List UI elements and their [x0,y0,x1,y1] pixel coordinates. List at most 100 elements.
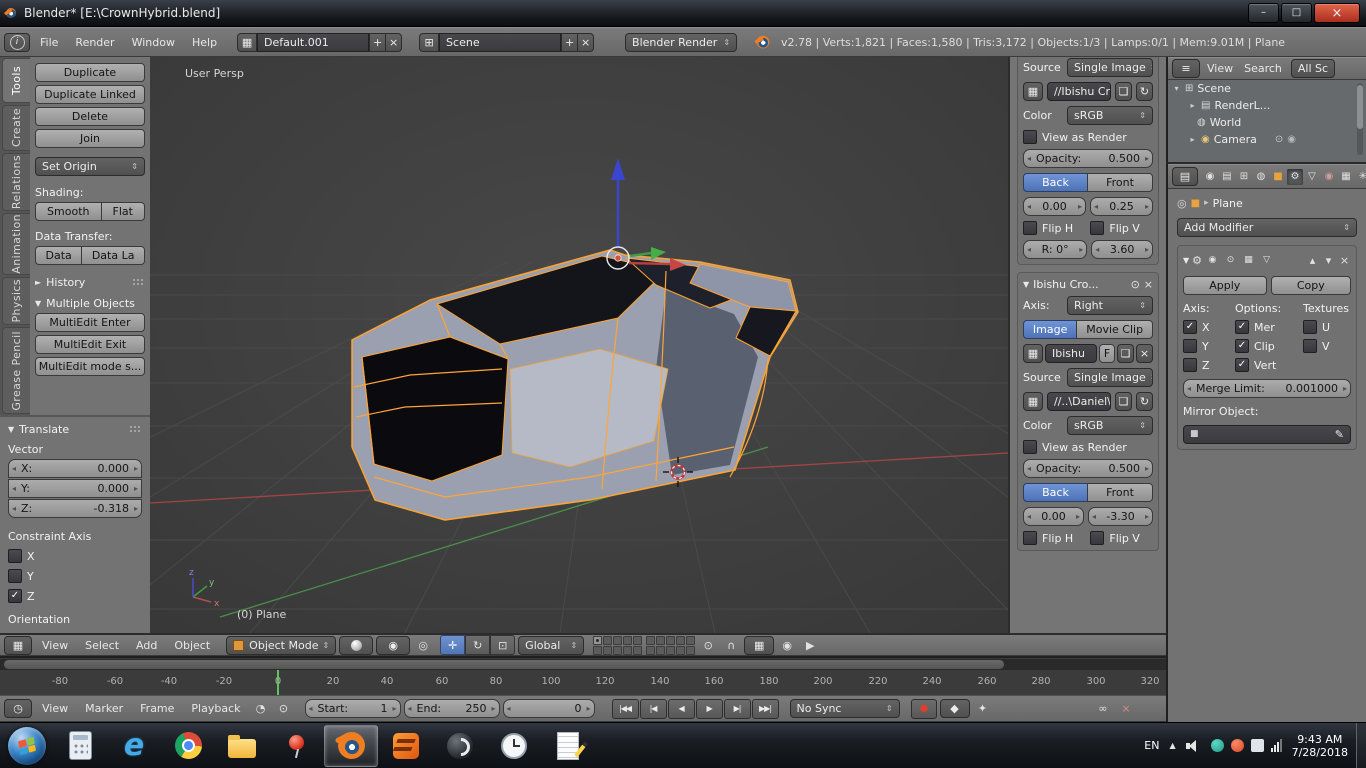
render-menu[interactable]: Render [68,36,121,49]
jump-to-start-button[interactable]: |◀◀ [612,699,639,719]
toolshelf-tab-relations[interactable]: Relations [2,153,30,211]
next-keyframe-button[interactable]: ▶| [724,699,751,719]
file-menu[interactable]: File [33,36,65,49]
show-hidden-icons-button[interactable]: ▲ [1169,742,1175,750]
tray-app-teal-icon[interactable] [1211,739,1224,752]
shade-smooth-button[interactable]: Smooth [35,202,102,221]
offset-x-field[interactable]: 0.00 [1023,507,1084,526]
multiedit-enter-button[interactable]: MultiEdit Enter [35,313,145,332]
flip-v-checkbox[interactable]: Flip V [1090,531,1153,545]
tab-world[interactable]: ◍ [1253,169,1269,185]
unlink-image-button[interactable]: × [1136,344,1153,363]
network-icon[interactable] [1271,739,1282,752]
flip-v-checkbox[interactable]: Flip V [1090,221,1153,235]
translate-y-field[interactable]: Y:0.000 [8,479,142,498]
merge-limit-field[interactable]: Merge Limit:0.001000 [1183,379,1351,398]
size-field[interactable]: 3.60 [1091,240,1153,259]
tray-app-white-icon[interactable] [1251,739,1264,752]
outliner-item-renderlayer[interactable]: ▸ ▤ RenderL... [1168,97,1366,114]
opengl-render-anim-button[interactable]: ▶ [800,636,820,654]
scene-browse-button[interactable]: ⊞ [419,33,439,52]
opacity-slider[interactable]: Opacity:0.500 [1023,459,1153,478]
close-button[interactable]: × [1314,3,1360,23]
depth-back-button[interactable]: Back [1023,173,1088,192]
start-button[interactable] [8,727,46,765]
screen-layout-name-field[interactable]: Default.001 [257,33,369,52]
rotation-field[interactable]: R: 0° [1023,240,1087,259]
taskbar-media-player-button[interactable] [434,726,486,766]
unlink-button[interactable]: × [1116,700,1136,718]
taskbar-clock-app-button[interactable] [488,726,540,766]
play-button[interactable]: ▶ [696,699,723,719]
image-source-dropdown[interactable]: Single Image [1067,368,1153,387]
toolshelf-tab-tools[interactable]: Tools [2,58,30,103]
multiple-objects-panel-header[interactable]: ▼ Multiple Objects [35,297,145,310]
viewport-3d[interactable]: x y z User Persp (0) Plane [150,57,1008,633]
reload-image-button[interactable]: ↻ [1136,82,1153,101]
mirror-x-checkbox[interactable]: X [1183,320,1229,334]
color-space-dropdown[interactable]: sRGB [1067,416,1153,435]
taskbar-notepad-button[interactable] [542,726,594,766]
join-button[interactable]: Join [35,129,145,148]
link-button[interactable]: ∞ [1093,700,1113,718]
object-menu[interactable]: Object [167,639,217,652]
taskbar-calculator-button[interactable] [54,726,106,766]
bg-image-entry-header[interactable]: ▼ Ibishu Cro... ⊙ × [1023,278,1153,291]
render-restrict-icon[interactable]: ◉ [1287,134,1296,145]
flip-h-checkbox[interactable]: Flip H [1023,221,1086,235]
pin-icon[interactable]: ◎ [1177,198,1187,209]
clip-checkbox[interactable]: Clip [1235,339,1297,353]
mirror-y-checkbox[interactable]: Y [1183,339,1229,353]
view-menu[interactable]: View [35,702,75,715]
insert-keyframe-button[interactable]: ✦ [973,700,993,718]
window-titlebar[interactable]: Blender* [E:\CrownHybrid.blend] – □ × [0,0,1366,27]
fake-user-button[interactable]: F [1099,344,1115,363]
tab-render[interactable]: ◉ [1202,169,1218,185]
panel-grip-icon[interactable] [129,425,142,434]
modifier-editmode-toggle[interactable]: ▦ [1241,253,1256,268]
layers-widget[interactable] [593,636,695,655]
expander-icon[interactable]: ▸ [1188,135,1197,144]
use-preview-range-toggle[interactable]: ◔ [251,700,271,718]
tab-material[interactable]: ◉ [1321,169,1337,185]
duplicate-button[interactable]: Duplicate [35,63,145,82]
mode-dropdown[interactable]: Object Mode [226,636,336,655]
playback-menu[interactable]: Playback [184,702,247,715]
lock-time-cursor-toggle[interactable]: ⊙ [274,700,294,718]
taskbar-pin-app-button[interactable] [270,726,322,766]
add-scene-button[interactable]: + [561,33,578,52]
mirror-u-checkbox[interactable]: U [1303,320,1351,334]
translate-panel-header[interactable]: ▼ Translate [8,423,142,436]
taskbar-blender-button[interactable] [324,725,378,767]
set-origin-dropdown[interactable]: Set Origin [35,157,145,176]
delete-screen-layout-button[interactable]: × [385,33,402,52]
timeline-ruler[interactable]: -80 -60 -40 -20 0 20 40 60 80 100 120 14… [0,656,1166,695]
prev-keyframe-button[interactable]: |◀ [640,699,667,719]
offset-y-field[interactable]: -3.30 [1088,507,1153,526]
language-indicator[interactable]: EN [1144,739,1159,752]
data-transfer-data-button[interactable]: Data [35,246,82,265]
remove-bg-image-button[interactable]: × [1144,279,1153,290]
view-menu[interactable]: View [1203,62,1237,75]
add-modifier-dropdown[interactable]: Add Modifier [1177,218,1357,237]
modifier-move-up-button[interactable]: ▴ [1306,251,1319,269]
sync-dropdown[interactable]: No Sync [790,699,900,718]
manipulator-scale-toggle[interactable]: ⊡ [490,635,515,655]
screen-layout-browse-button[interactable]: ▦ [237,33,257,52]
toolshelf-tab-grease-pencil[interactable]: Grease Pencil [2,327,30,414]
manipulator-rotate-toggle[interactable]: ↻ [465,635,490,655]
mirror-object-dropdown[interactable]: ■ ✎ [1183,425,1351,444]
translate-x-field[interactable]: X:0.000 [8,459,142,478]
view-menu[interactable]: View [35,639,75,652]
open-image-button[interactable]: ❏ [1117,344,1134,363]
viewport-shading-dropdown[interactable] [339,636,373,655]
opacity-slider[interactable]: Opacity:0.500 [1023,149,1153,168]
taskbar-explorer-button[interactable] [216,726,268,766]
depth-back-button[interactable]: Back [1023,483,1088,502]
opengl-render-button[interactable]: ◉ [777,636,797,654]
layers-group-1[interactable] [593,636,642,655]
scene-name-field[interactable]: Scene [439,33,561,52]
image-browse-button[interactable]: ▦ [1023,82,1043,101]
delete-scene-button[interactable]: × [577,33,594,52]
tab-scene[interactable]: ⊞ [1236,169,1252,185]
